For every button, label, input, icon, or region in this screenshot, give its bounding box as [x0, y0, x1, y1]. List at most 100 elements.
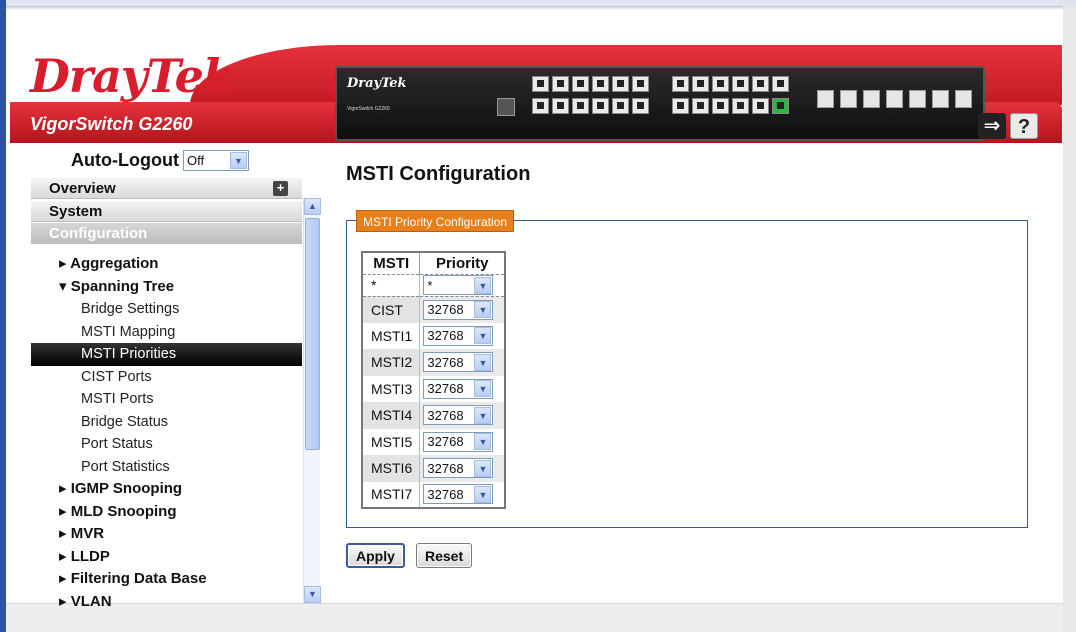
port-group-2	[672, 76, 789, 114]
table-row: MSTI7 32768 ▼	[362, 481, 506, 508]
priority-value: *	[427, 277, 433, 293]
msti-name: MSTI2	[362, 349, 421, 376]
port-icon	[692, 76, 709, 92]
frame-right-border	[1063, 6, 1076, 632]
priority-select[interactable]: 32768 ▼	[423, 299, 494, 320]
priority-select[interactable]: 32768 ▼	[423, 352, 494, 373]
port-icon	[672, 76, 689, 92]
menu-overview-label: Overview	[49, 180, 116, 197]
menu-configuration-label: Configuration	[49, 225, 148, 242]
draytek-logo: DrayTek	[30, 49, 235, 103]
port-icon	[552, 98, 569, 114]
reset-button[interactable]: Reset	[416, 543, 473, 568]
header: DrayTek VigorSwitch G2260 DrayTek VigorS…	[10, 11, 1062, 143]
frame-top-shadow	[6, 6, 1076, 10]
scrollbar-thumb[interactable]	[305, 218, 320, 450]
model-name: VigorSwitch G2260	[30, 114, 193, 134]
priority-select[interactable]: 32768 ▼	[423, 458, 494, 479]
chevron-down-icon: ▼	[474, 406, 492, 424]
chevron-down-icon: ▼	[474, 353, 492, 371]
panel-brand: DrayTek	[347, 76, 407, 91]
port-icon	[552, 76, 569, 92]
priority-select[interactable]: 32768 ▼	[423, 431, 494, 452]
port-icon	[712, 98, 729, 114]
priority-value: 32768	[427, 302, 464, 317]
port-icon	[692, 98, 709, 114]
msti-name: MSTI5	[362, 428, 421, 455]
help-button[interactable]: ?	[1010, 113, 1038, 139]
auto-logout: Auto-Logout Off ▼	[71, 150, 249, 171]
sfp-port-icon	[817, 90, 834, 108]
table-row: CIST 32768 ▼	[362, 296, 506, 323]
scroll-down-icon[interactable]: ▼	[304, 586, 321, 603]
table-row: MSTI4 32768 ▼	[362, 402, 506, 429]
sidebar-scrollbar[interactable]: ▲ ▼	[303, 198, 321, 603]
table-row: MSTI5 32768 ▼	[362, 428, 506, 455]
auto-logout-select[interactable]: Off ▼	[182, 150, 249, 171]
msti-name: MSTI1	[362, 322, 421, 349]
port-group-1	[532, 76, 649, 114]
msti-name: CIST	[362, 296, 421, 323]
expand-plus-icon[interactable]: +	[273, 181, 288, 196]
priority-value: 32768	[427, 460, 464, 476]
table-row: MSTI6 32768 ▼	[362, 455, 506, 482]
menu-item-msti-priorities[interactable]: MSTI Priorities	[31, 343, 302, 366]
priority-value: 32768	[427, 328, 464, 344]
priority-value: 32768	[427, 486, 464, 502]
panel-model: VigorSwitch G2260	[347, 106, 390, 112]
menu-item-port-status[interactable]: Port Status	[31, 433, 302, 456]
menu-item-bridge-status[interactable]: Bridge Status	[31, 411, 302, 434]
menu-item-igmp-snooping[interactable]: ▸ IGMP Snooping	[31, 478, 302, 501]
menu-configuration[interactable]: Configuration	[31, 223, 302, 244]
menu-system[interactable]: System	[31, 201, 302, 222]
chevron-down-icon: ▼	[474, 380, 492, 398]
port-icon	[532, 76, 549, 92]
sfp-port-icon	[863, 90, 880, 108]
priority-select[interactable]: 32768 ▼	[423, 484, 494, 505]
port-icon	[752, 98, 769, 114]
menu-item-spanning-tree[interactable]: ▾ Spanning Tree	[31, 276, 302, 299]
logout-button[interactable]: ⇒	[978, 113, 1006, 139]
sfp-port-icon	[932, 90, 949, 108]
priority-select[interactable]: 32768 ▼	[423, 378, 494, 399]
frame-left-border	[0, 0, 6, 632]
port-icon	[572, 76, 589, 92]
chevron-down-icon: ▼	[474, 459, 492, 477]
menu-item-aggregation[interactable]: ▸ Aggregation	[31, 253, 302, 276]
menu-item-lldp[interactable]: ▸ LLDP	[31, 546, 302, 569]
fieldset-legend: MSTI Priority Configuration	[356, 210, 515, 232]
menu-item-mld-snooping[interactable]: ▸ MLD Snooping	[31, 501, 302, 524]
priority-value: 32768	[427, 354, 464, 370]
msti-name: MSTI6	[362, 455, 421, 482]
menu-item-mvr[interactable]: ▸ MVR	[31, 523, 302, 546]
port-icon	[572, 98, 589, 114]
menu-item-bridge-settings[interactable]: Bridge Settings	[31, 298, 302, 321]
msti-name: MSTI3	[362, 375, 421, 402]
menu-overview[interactable]: Overview +	[31, 178, 302, 199]
msti-priority-table: MSTI Priority * * ▼ CIST 32768 ▼ MSTI1 32…	[361, 251, 506, 509]
menu-item-msti-ports[interactable]: MSTI Ports	[31, 388, 302, 411]
menu-system-label: System	[49, 203, 103, 220]
chevron-down-icon: ▼	[474, 276, 492, 294]
menu-item-filtering-data-base[interactable]: ▸ Filtering Data Base	[31, 568, 302, 591]
msti-name: MSTI7	[362, 481, 421, 508]
configuration-menu-list: ▸ Aggregation ▾ Spanning Tree Bridge Set…	[31, 253, 302, 613]
menu-item-vlan[interactable]: ▸ VLAN	[31, 591, 302, 614]
table-row: MSTI1 32768 ▼	[362, 322, 506, 349]
msti-name: MSTI4	[362, 402, 421, 429]
menu-item-port-statistics[interactable]: Port Statistics	[31, 456, 302, 479]
scroll-up-icon[interactable]: ▲	[304, 198, 321, 215]
menu-item-msti-mapping[interactable]: MSTI Mapping	[31, 321, 302, 344]
port-icon	[712, 76, 729, 92]
menu-item-cist-ports[interactable]: CIST Ports	[31, 366, 302, 389]
logout-arrow-icon: ⇒	[983, 115, 1001, 137]
priority-select[interactable]: 32768 ▼	[423, 325, 494, 346]
port-icon	[632, 98, 649, 114]
apply-button[interactable]: Apply	[346, 543, 405, 568]
priority-select[interactable]: 32768 ▼	[423, 405, 494, 426]
column-header-msti: MSTI	[362, 252, 421, 275]
sfp-port-group	[817, 90, 972, 108]
priority-select-all[interactable]: * ▼	[423, 275, 494, 295]
auto-logout-label: Auto-Logout	[71, 150, 179, 170]
browser-frame: DrayTek VigorSwitch G2260 DrayTek VigorS…	[0, 0, 1076, 632]
